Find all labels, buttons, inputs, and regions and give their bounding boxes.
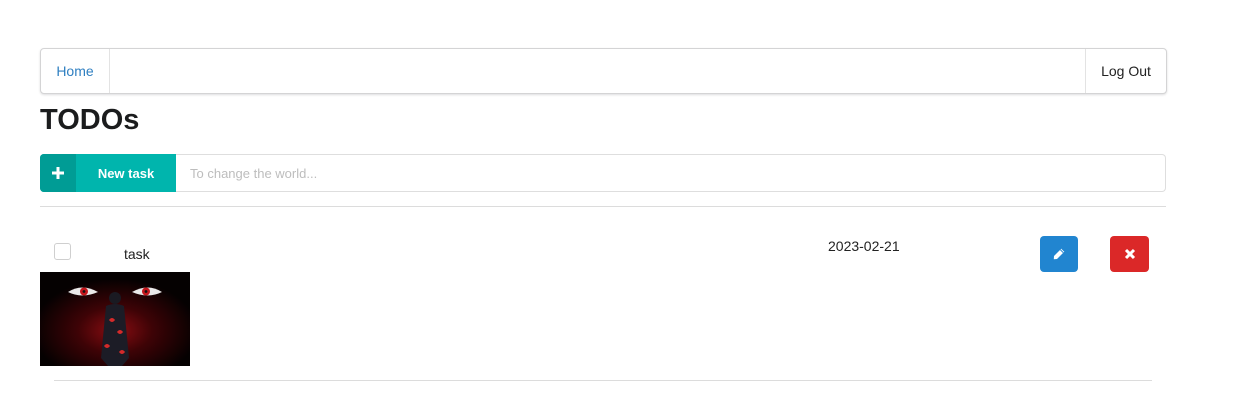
new-task-input[interactable] bbox=[176, 154, 1166, 192]
list-top-divider bbox=[40, 206, 1166, 207]
pencil-icon bbox=[1052, 247, 1066, 261]
edit-task-button[interactable] bbox=[1040, 236, 1078, 272]
logout-button[interactable]: Log Out bbox=[1085, 49, 1166, 93]
task-text: task bbox=[124, 246, 150, 262]
task-date: 2023-02-21 bbox=[828, 238, 900, 254]
list-item-divider bbox=[54, 380, 1152, 381]
page-title: TODOs bbox=[40, 104, 140, 136]
new-task-button[interactable]: New task bbox=[40, 154, 176, 192]
new-task-label: New task bbox=[97, 165, 155, 181]
task-image bbox=[40, 272, 190, 366]
delete-task-button[interactable] bbox=[1110, 236, 1149, 272]
plus-icon bbox=[40, 154, 76, 192]
task-checkbox[interactable] bbox=[54, 243, 71, 260]
top-navbar: Home Log Out bbox=[40, 48, 1167, 94]
close-icon bbox=[1124, 248, 1136, 260]
nav-home-link[interactable]: Home bbox=[41, 49, 110, 93]
